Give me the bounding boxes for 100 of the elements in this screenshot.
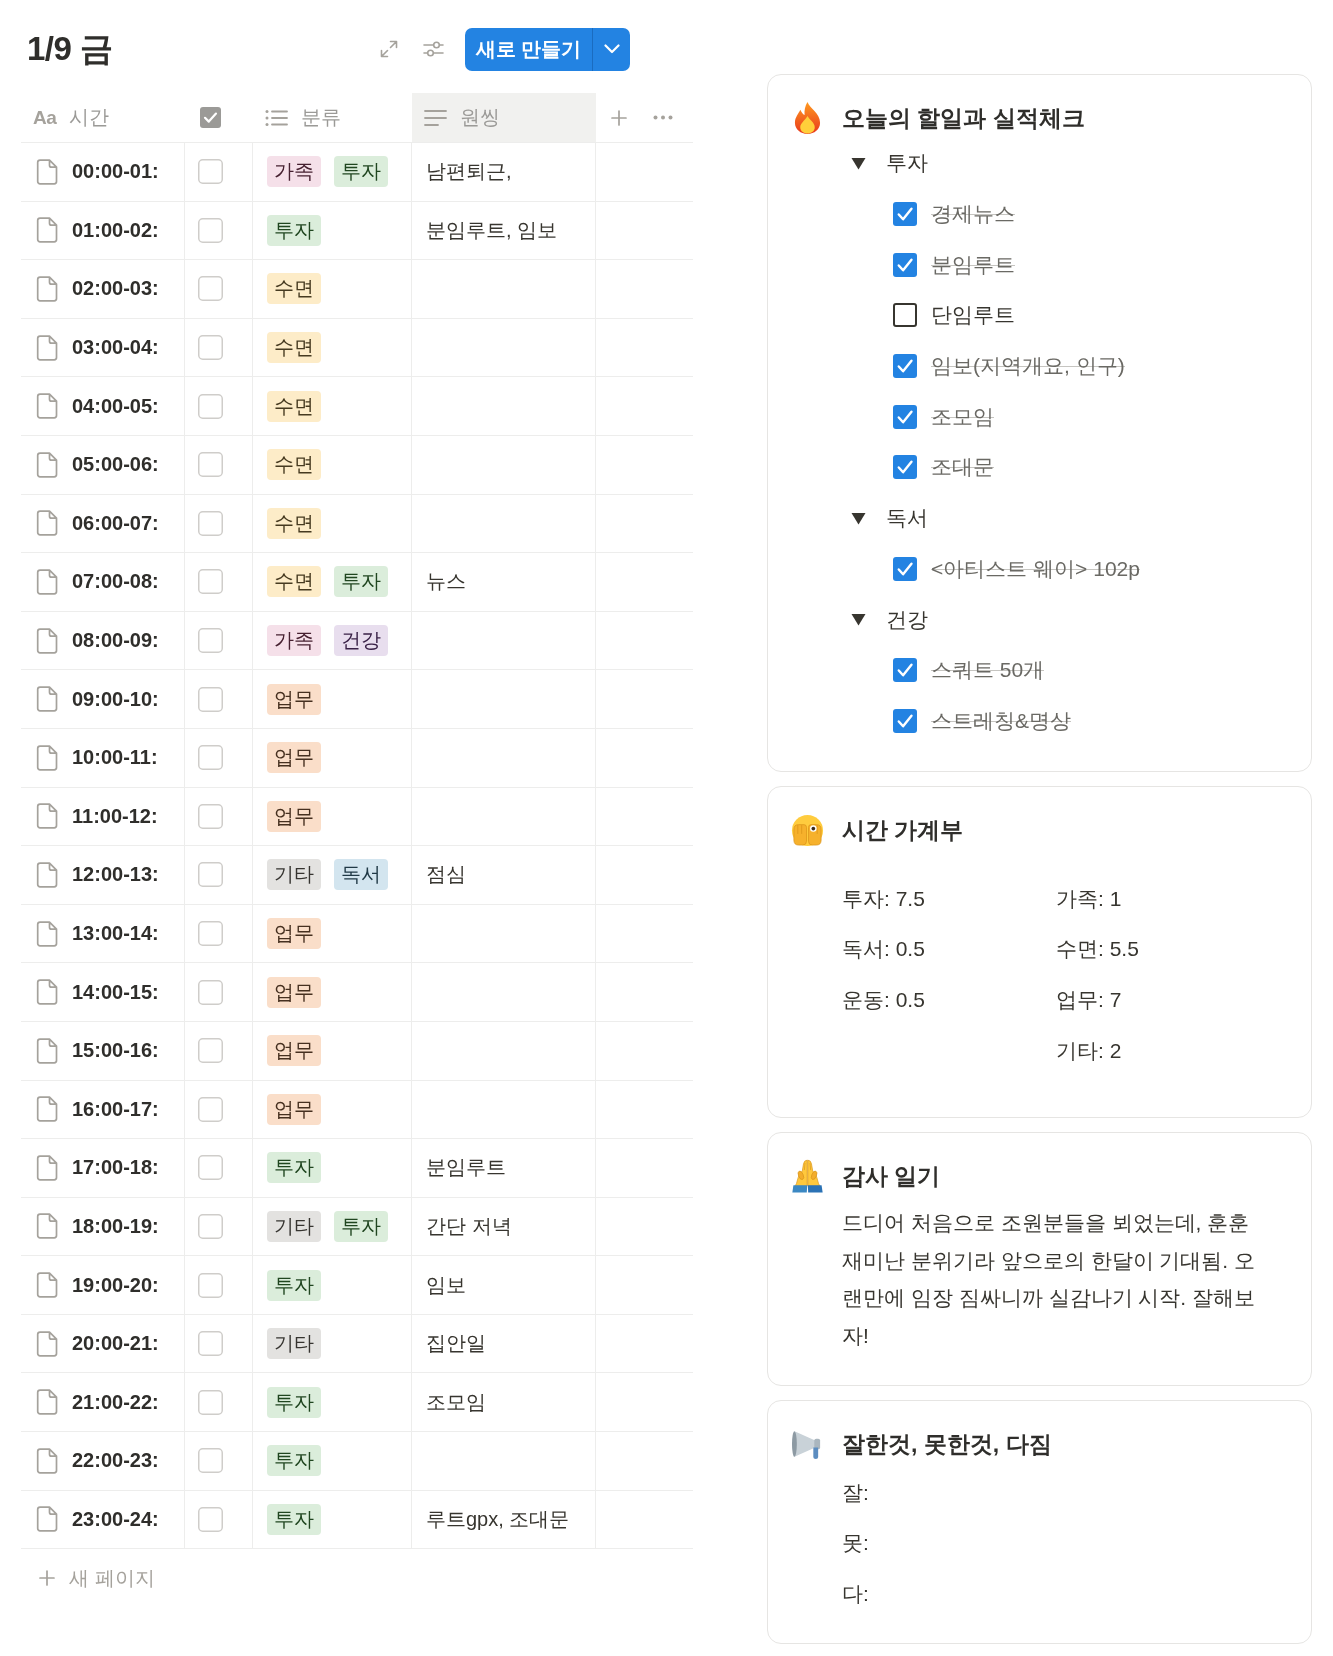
text-lines-icon [424, 108, 447, 127]
row-checkbox[interactable] [198, 921, 223, 946]
new-button[interactable]: 새로 만들기 [465, 27, 592, 71]
category-tag: 업무 [267, 918, 321, 949]
page-icon [36, 1506, 58, 1533]
row-checkbox[interactable] [198, 276, 223, 302]
checkbox-type-icon [200, 107, 221, 128]
note-text: 집안일 [426, 1331, 486, 1357]
task-checkbox[interactable] [893, 354, 917, 379]
row-title[interactable]: 17:00-18: [72, 1156, 159, 1180]
page-icon [36, 158, 58, 185]
row-title[interactable]: 19:00-20: [72, 1273, 159, 1297]
row-checkbox[interactable] [198, 393, 223, 419]
row-title[interactable]: 10:00-11: [72, 746, 158, 770]
row-title[interactable]: 03:00-04: [72, 336, 159, 360]
tally-entry: 독서: 0.5 [842, 936, 925, 963]
sliders-icon[interactable] [423, 40, 444, 58]
row-checkbox[interactable] [198, 1096, 223, 1122]
card-title: 오늘의 할일과 실적체크 [842, 103, 1085, 133]
category-tag: 투자 [334, 566, 388, 598]
task-checkbox[interactable] [893, 303, 917, 328]
tally-entry: 가족: 1 [1056, 885, 1122, 912]
row-title[interactable]: 14:00-15: [72, 980, 159, 1004]
row-checkbox[interactable] [198, 510, 223, 536]
page-icon [36, 686, 58, 713]
row-checkbox[interactable] [198, 1506, 223, 1532]
category-tag: 투자 [267, 214, 321, 246]
row-title[interactable]: 12:00-13: [72, 863, 159, 887]
row-checkbox[interactable] [198, 686, 223, 712]
row-checkbox[interactable] [198, 1038, 223, 1064]
task-checkbox[interactable] [893, 658, 917, 683]
task-checkbox[interactable] [893, 404, 917, 429]
row-title[interactable]: 00:00-01: [72, 160, 159, 184]
note-text: 분임루트, 임보 [426, 217, 558, 243]
row-checkbox[interactable] [198, 862, 223, 888]
category-tag: 업무 [267, 683, 321, 715]
row-checkbox[interactable] [198, 628, 223, 654]
page-icon [36, 744, 58, 771]
category-tag: 기타 [267, 1328, 321, 1360]
more-icon[interactable] [653, 115, 673, 120]
row-title[interactable]: 07:00-08: [72, 570, 159, 594]
row-checkbox[interactable] [198, 217, 223, 243]
tally-entry: 운동: 0.5 [842, 986, 925, 1013]
row-title[interactable]: 01:00-02: [72, 218, 159, 242]
row-checkbox[interactable] [198, 1214, 223, 1239]
row-title[interactable]: 02:00-03: [72, 277, 159, 301]
page-icon [36, 217, 58, 244]
task-checkbox[interactable] [893, 708, 917, 733]
category-tag: 업무 [267, 742, 321, 774]
row-checkbox[interactable] [198, 1331, 223, 1357]
row-checkbox[interactable] [198, 452, 223, 478]
page-icon [36, 1330, 58, 1357]
row-title[interactable]: 23:00-24: [72, 1507, 159, 1531]
dropdown-button[interactable] [592, 27, 630, 71]
row-checkbox[interactable] [198, 1272, 223, 1298]
row-title[interactable]: 04:00-05: [72, 394, 159, 418]
toggle-triangle-icon[interactable] [851, 511, 866, 525]
row-title[interactable]: 08:00-09: [72, 629, 159, 653]
page-icon [36, 276, 58, 302]
plus-icon[interactable] [611, 109, 627, 126]
list-icon [265, 108, 288, 127]
row-checkbox[interactable] [198, 1389, 223, 1415]
row-checkbox[interactable] [198, 745, 223, 771]
note-text: 간단 저녁 [426, 1214, 512, 1239]
plus-icon [39, 1570, 55, 1587]
expand-icon[interactable] [380, 40, 398, 58]
task-checkbox[interactable] [893, 556, 917, 581]
task-checkbox[interactable] [893, 252, 917, 277]
row-title[interactable]: 18:00-19: [72, 1215, 159, 1238]
card-title: 시간 가계부 [842, 815, 964, 845]
row-title[interactable]: 16:00-17: [72, 1097, 159, 1121]
page-icon [36, 1213, 58, 1240]
task-checkbox[interactable] [893, 202, 917, 227]
row-checkbox[interactable] [198, 1448, 223, 1474]
row-title[interactable]: 09:00-10: [72, 687, 159, 711]
row-title[interactable]: 21:00-22: [72, 1390, 159, 1414]
row-checkbox[interactable] [198, 803, 223, 829]
category-tag: 수면 [267, 566, 321, 598]
row-title[interactable]: 13:00-14: [72, 922, 159, 945]
row-title[interactable]: 20:00-21: [72, 1332, 159, 1356]
category-tag: 수면 [267, 273, 321, 305]
row-checkbox[interactable] [198, 1155, 223, 1181]
row-title[interactable]: 22:00-23: [72, 1449, 159, 1473]
toggle-triangle-icon[interactable] [851, 156, 866, 170]
row-checkbox[interactable] [198, 159, 223, 185]
row-title[interactable]: 15:00-16: [72, 1039, 159, 1063]
category-tag: 기타 [267, 1211, 321, 1242]
row-checkbox[interactable] [198, 569, 223, 595]
task-checkbox[interactable] [893, 455, 917, 480]
toggle-triangle-icon[interactable] [851, 613, 866, 627]
chevron-down-icon [603, 44, 620, 54]
category-tag: 가족 [267, 625, 321, 657]
row-title[interactable]: 11:00-12: [72, 804, 158, 828]
row-title[interactable]: 05:00-06: [72, 453, 159, 477]
page-icon [36, 1037, 58, 1064]
row-title[interactable]: 06:00-07: [72, 511, 159, 535]
row-checkbox[interactable] [198, 335, 223, 361]
row-checkbox[interactable] [198, 979, 223, 1005]
page-icon [36, 510, 58, 537]
toggle-label: 투자 [886, 150, 928, 177]
